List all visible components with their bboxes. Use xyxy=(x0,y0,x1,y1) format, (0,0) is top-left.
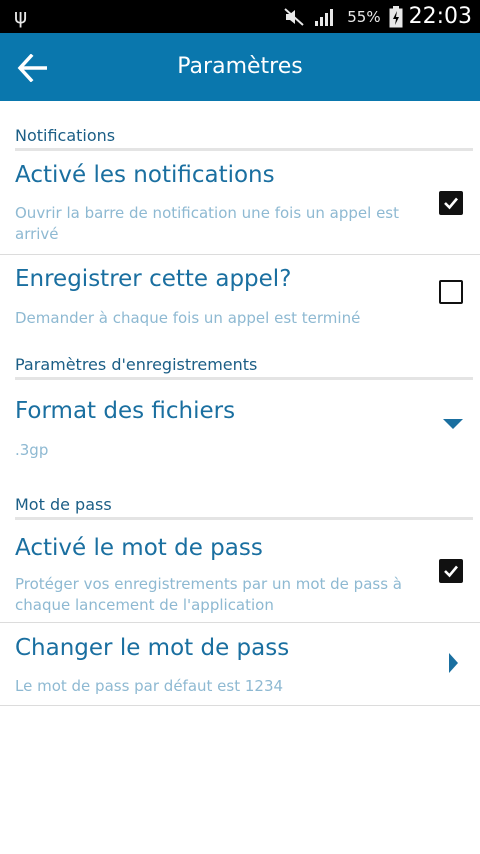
pref-summary: Ouvrir la barre de notification une fois… xyxy=(15,204,400,243)
status-bar: ψ 55% 22:03 xyxy=(0,0,480,33)
clock: 22:03 xyxy=(408,4,472,29)
pref-title: Activé les notifications xyxy=(15,162,275,188)
dropdown-arrow-icon[interactable] xyxy=(443,419,463,429)
pref-title: Format des fichiers xyxy=(15,398,236,424)
pref-file-format[interactable]: Format des fichiers .3gp xyxy=(0,381,480,481)
section-header-password: Mot de pass xyxy=(15,495,473,520)
section-header-recording-settings: Paramètres d'enregistrements xyxy=(15,355,473,380)
pref-title: Changer le mot de pass xyxy=(15,635,290,661)
signal-icon xyxy=(313,7,335,27)
checkmark-icon xyxy=(444,565,458,578)
pref-title: Enregistrer cette appel? xyxy=(15,266,292,292)
mute-icon xyxy=(283,7,305,27)
status-icons: 55% 22:03 xyxy=(275,0,472,33)
battery-percent: 55% xyxy=(347,7,381,26)
chevron-right-icon xyxy=(449,653,458,673)
record-call-checkbox[interactable] xyxy=(439,280,463,304)
pref-title: Activé le mot de pass xyxy=(15,535,263,561)
arrow-left-icon xyxy=(17,54,47,82)
pref-enable-notifications[interactable]: Activé les notifications Ouvrir la barre… xyxy=(0,152,480,255)
app-bar: Paramètres xyxy=(0,33,480,101)
battery-charging-icon xyxy=(389,5,403,28)
pref-summary: Demander à chaque fois un appel est term… xyxy=(15,309,361,327)
pref-change-password[interactable]: Changer le mot de pass Le mot de pass pa… xyxy=(0,624,480,706)
checkmark-icon xyxy=(444,197,458,210)
pref-summary: Le mot de pass par défaut est 1234 xyxy=(15,677,284,695)
notifications-checkbox[interactable] xyxy=(439,191,463,215)
page-title: Paramètres xyxy=(177,54,303,79)
pref-record-call[interactable]: Enregistrer cette appel? Demander à chaq… xyxy=(0,256,480,342)
back-button[interactable] xyxy=(14,49,52,87)
pref-summary: .3gp xyxy=(15,441,49,459)
password-checkbox[interactable] xyxy=(439,559,463,583)
usb-icon: ψ xyxy=(14,4,28,28)
pref-enable-password[interactable]: Activé le mot de pass Protéger vos enreg… xyxy=(0,521,480,623)
section-header-notifications: Notifications xyxy=(15,126,473,151)
pref-summary: Protéger vos enregistrements par un mot … xyxy=(15,575,402,614)
